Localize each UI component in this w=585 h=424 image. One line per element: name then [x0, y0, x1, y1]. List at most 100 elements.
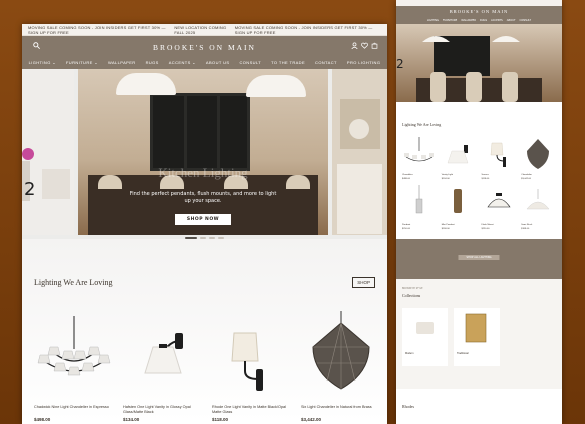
product-price: $498.00 [402, 178, 410, 180]
nav-item[interactable]: CONSULT [520, 19, 532, 22]
nav-lighting[interactable]: LIGHTING ⌄ [29, 60, 56, 65]
product-title[interactable]: Six Light Chandelier in Natural from Bra… [301, 405, 382, 415]
product-card[interactable]: Pendant $210.00 [402, 185, 437, 231]
product-price: $134.00 [441, 178, 450, 180]
announcement-bar: MOVING SALE COMING SOON - JOIN INSIDERS … [22, 24, 387, 36]
hero-slide-prev[interactable]: 2 [22, 69, 74, 235]
announcement-text[interactable]: MOVING SALE COMING SOON - JOIN INSIDERS … [28, 25, 174, 35]
product-title[interactable]: Flush Mount [482, 224, 517, 227]
hero-carousel[interactable]: 2 Kitchen Lighting Find the perfect pend… [22, 69, 387, 239]
product-card[interactable]: Sconce $118.00 [482, 135, 517, 181]
product-card[interactable]: Chadwick Nine Light Chandelier in Espres… [34, 311, 115, 422]
product-price: $118.00 [481, 178, 490, 180]
hero-title: Kitchen Lighting [158, 165, 248, 180]
hero-image: 2 [396, 36, 542, 102]
collection-image [465, 313, 487, 343]
collection-cards: Modern Traditional [402, 308, 556, 366]
site-logo[interactable]: BROOKE'S ON MAIN [396, 9, 562, 14]
collections-kicker: BROWSE BY STYLE [402, 287, 423, 290]
product-title[interactable]: Vanity Light [442, 174, 477, 177]
product-price: $158.00 [441, 228, 450, 230]
product-card[interactable]: Chandelier $3,442.00 [521, 135, 556, 181]
nav-item[interactable]: WALLPAPER [461, 19, 476, 22]
nav-about[interactable]: ABOUT US [206, 60, 230, 65]
product-title[interactable]: Chandelier [402, 174, 437, 177]
carousel-dots [22, 237, 387, 239]
shop-all-button[interactable]: SHOP ALL LIGHTING [458, 255, 500, 260]
shop-link-button[interactable]: SHOP [352, 276, 375, 288]
nav-item[interactable]: FURNITURE [443, 19, 457, 22]
nav-rugs[interactable]: RUGS [146, 60, 159, 65]
nav-accents[interactable]: ACCENTS ⌄ [169, 60, 196, 65]
product-card[interactable]: Flush Mount $220.00 [482, 185, 517, 231]
carousel-dot[interactable] [218, 237, 224, 239]
announcement-text[interactable]: MOVING SALE COMING SOON - JOIN INSIDERS … [235, 25, 381, 35]
hero-slide-next[interactable] [332, 69, 387, 235]
nav-furniture[interactable]: FURNITURE ⌄ [66, 60, 98, 65]
product-title[interactable]: Chandelier [521, 174, 556, 177]
carousel-dot[interactable] [209, 237, 215, 239]
beaded-chandelier-image [527, 139, 550, 169]
product-title[interactable]: Chadwick Nine Light Chandelier in Espres… [34, 405, 115, 415]
nav-trade[interactable]: TO THE TRADE [271, 60, 305, 65]
product-title[interactable]: Hafsten One Light Vanity in Glossy Opal … [123, 405, 204, 415]
nav-item[interactable]: ACCENTS [491, 19, 503, 22]
carousel-dot[interactable] [200, 237, 206, 239]
nav-item[interactable]: LIGHTING [427, 19, 439, 22]
account-icon[interactable] [350, 41, 359, 50]
collection-label: Modern [405, 352, 414, 355]
product-title[interactable]: Rhode One Light Vanity in Matte Black/Op… [212, 405, 293, 415]
pendant-image [415, 185, 423, 214]
promo-band: SHOP ALL LIGHTING [396, 239, 562, 279]
nav-contact[interactable]: CONTACT [315, 60, 337, 65]
collection-card[interactable]: Modern [402, 308, 448, 366]
announcement-text[interactable]: NEW LOCATION COMING FALL 2025 [174, 25, 234, 35]
nav-consult[interactable]: CONSULT [240, 60, 262, 65]
prev-slide-image: 2 [22, 69, 74, 235]
cart-icon[interactable] [370, 41, 379, 50]
product-title[interactable]: Semi Flush [521, 224, 556, 227]
product-grid: Chandelier $498.00 Vanity Light $134.00 … [402, 135, 556, 231]
section-title: Lighting We Are Loving [34, 277, 113, 287]
site-header: BROOKE'S ON MAIN LIGHTING ⌄ FURNITURE ⌄ … [22, 36, 387, 69]
product-price: $220.00 [481, 228, 490, 230]
product-card[interactable]: Vanity Light $134.00 [442, 135, 477, 181]
sconce-image [231, 332, 263, 391]
product-price: $118.00 [212, 417, 229, 422]
product-card[interactable]: Chandelier $498.00 [402, 135, 437, 181]
svg-text:2: 2 [24, 179, 35, 200]
main-nav: LIGHTING FURNITURE WALLPAPER RUGS ACCENT… [396, 19, 562, 22]
semi-flush-image [526, 189, 550, 210]
product-card[interactable]: Hafsten One Light Vanity in Glossy Opal … [123, 311, 204, 422]
product-card[interactable]: Six Light Chandelier in Natural from Bra… [301, 311, 382, 422]
product-price: $189.00 [521, 228, 530, 230]
product-title[interactable]: Sconce [482, 174, 517, 177]
lighting-section: Lighting We Are Loving Chandelier $498.0… [396, 102, 562, 231]
nav-pro-lighting[interactable]: PRO LIGHTING [347, 60, 380, 65]
hero-banner[interactable]: 2 [396, 24, 562, 102]
nav-wallpaper[interactable]: WALLPAPER [108, 60, 136, 65]
showcase-background: MOVING SALE COMING SOON - JOIN INSIDERS … [0, 0, 585, 424]
shop-now-button[interactable]: SHOP NOW [174, 214, 232, 225]
product-title[interactable]: Pendant [402, 224, 437, 227]
product-price: $498.00 [34, 417, 51, 422]
pendant-image [453, 189, 462, 213]
bottom-title: Rhodes [402, 404, 414, 409]
product-card[interactable]: Semi Flush $189.00 [521, 185, 556, 231]
nav-item[interactable]: RUGS [480, 19, 487, 22]
collection-image [416, 322, 434, 334]
product-card[interactable]: Mini Pendant $158.00 [442, 185, 477, 231]
collection-card[interactable]: Traditional [454, 308, 500, 366]
site-logo[interactable]: BROOKE'S ON MAIN [22, 43, 387, 52]
nav-item[interactable]: ABOUT [507, 19, 516, 22]
product-price: $210.00 [402, 228, 410, 230]
sconce-image [490, 142, 506, 167]
carousel-dot[interactable] [185, 237, 197, 239]
mobile-mockup: BROOKE'S ON MAIN LIGHTING FURNITURE WALL… [396, 0, 562, 424]
collections-section: BROWSE BY STYLE Collections Modern Tradi… [396, 279, 562, 389]
product-title[interactable]: Mini Pendant [442, 224, 477, 227]
product-image [212, 311, 293, 401]
heart-icon[interactable] [360, 41, 369, 50]
product-card[interactable]: Rhode One Light Vanity in Matte Black/Op… [212, 311, 293, 422]
hero-copy: Kitchen Lighting Find the perfect pendan… [78, 165, 328, 225]
